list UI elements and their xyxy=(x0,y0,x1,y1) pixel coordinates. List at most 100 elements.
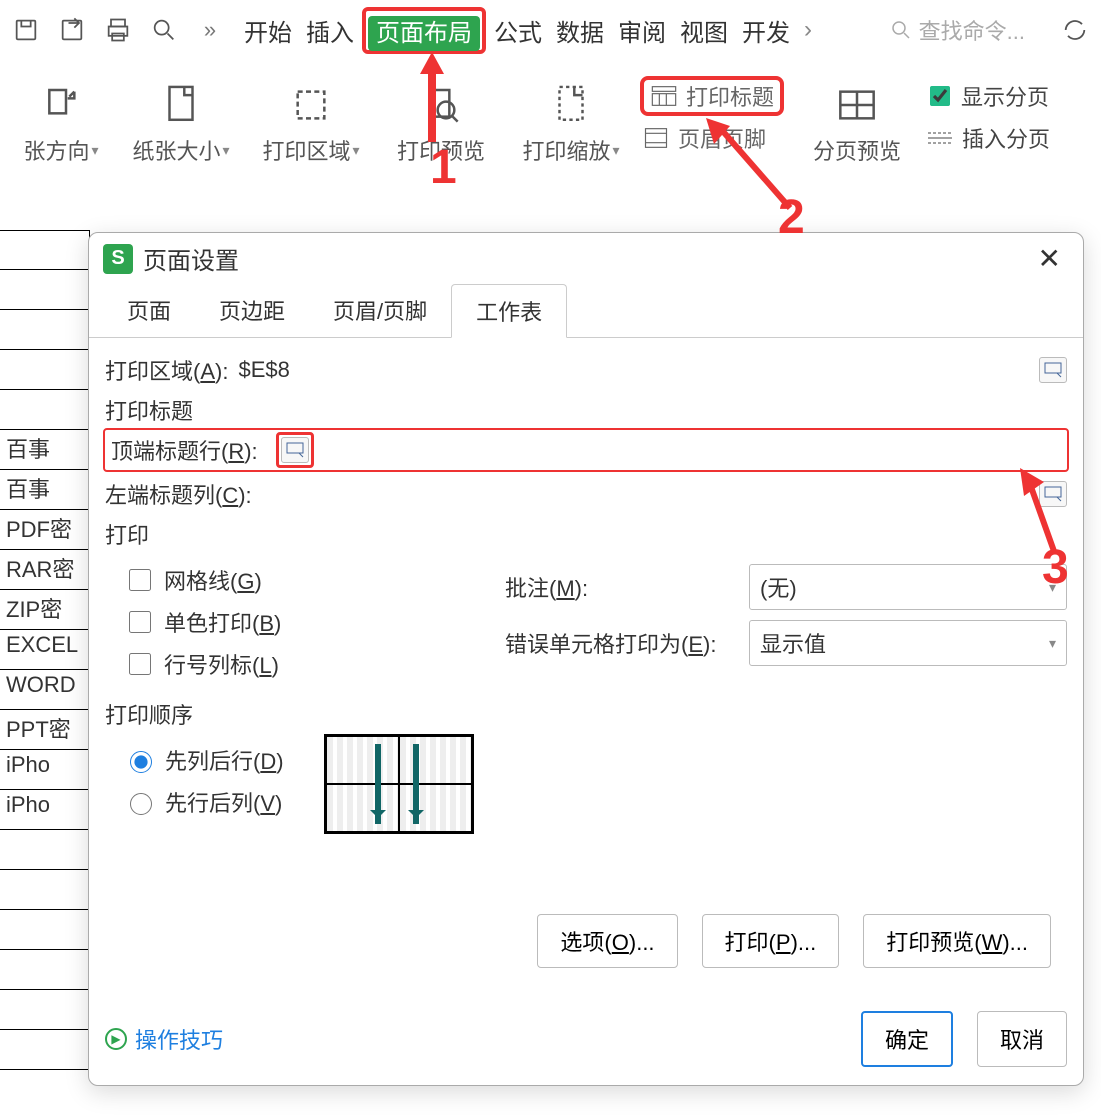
sheet-cell[interactable] xyxy=(0,910,90,950)
down-over-label: 先列后行(D) xyxy=(165,744,284,776)
sheet-cell[interactable] xyxy=(0,1030,90,1070)
errors-select[interactable]: 显示值▾ xyxy=(749,620,1067,666)
comments-value: (无) xyxy=(760,571,797,603)
sheet-cell[interactable] xyxy=(0,270,90,310)
ribbon-paper-size-label: 纸张大小 xyxy=(132,134,220,166)
menu-start[interactable]: 开始 xyxy=(240,9,296,52)
top-title-row-label: 顶端标题行(R): xyxy=(111,434,258,466)
ribbon-print-area[interactable]: 打印区域▾ xyxy=(246,68,376,166)
tab-header-footer[interactable]: 页眉/页脚 xyxy=(309,284,451,337)
menu-formula[interactable]: 公式 xyxy=(490,9,546,52)
menu-develop[interactable]: 开发 xyxy=(738,9,794,52)
errors-value: 显示值 xyxy=(760,627,826,659)
left-title-col-range-button[interactable] xyxy=(1039,481,1067,507)
dialog-title: 页面设置 xyxy=(143,241,239,276)
ribbon-show-page-break[interactable]: 显示分页 xyxy=(926,80,1049,112)
insert-page-break-label: 插入分页 xyxy=(962,122,1050,154)
tab-margins[interactable]: 页边距 xyxy=(195,284,309,337)
monochrome-checkbox[interactable] xyxy=(129,611,151,633)
insert-page-break-icon xyxy=(926,127,954,149)
show-page-break-checkbox[interactable] xyxy=(930,86,950,106)
sheet-cell[interactable] xyxy=(0,870,90,910)
ok-button[interactable]: 确定 xyxy=(861,1011,953,1067)
down-over-radio[interactable] xyxy=(130,751,152,773)
search-placeholder: 查找命令... xyxy=(919,14,1025,46)
more-quick-icon[interactable]: » xyxy=(194,14,226,46)
menu-insert[interactable]: 插入 xyxy=(302,9,358,52)
refresh-icon[interactable] xyxy=(1059,14,1091,46)
ribbon-print-titles[interactable]: 打印标题 xyxy=(640,76,784,116)
sheet-cell[interactable] xyxy=(0,310,90,350)
gridlines-label: 网格线(G) xyxy=(164,564,262,596)
sheet-cell[interactable]: RAR密 xyxy=(0,550,90,590)
print-area-value[interactable]: $E$8 xyxy=(238,357,1029,384)
ribbon-print-preview[interactable]: 打印预览 xyxy=(376,68,506,166)
ribbon-print-titles-label: 打印标题 xyxy=(686,80,774,112)
sheet-cell[interactable]: 百事 xyxy=(0,430,90,470)
command-search[interactable]: 查找命令... xyxy=(889,14,1025,46)
print-icon[interactable] xyxy=(102,14,134,46)
sheet-cell[interactable] xyxy=(0,350,90,390)
print-area-range-button[interactable] xyxy=(1039,357,1067,383)
print-preview-button[interactable]: 打印预览(W)... xyxy=(863,914,1051,968)
sheet-cell[interactable]: iPho xyxy=(0,750,90,790)
options-button[interactable]: 选项(O)... xyxy=(537,914,677,968)
menu-more-right[interactable]: › xyxy=(800,12,816,48)
sheet-cell[interactable]: PPT密 xyxy=(0,710,90,750)
show-page-break-label: 显示分页 xyxy=(961,80,1049,112)
over-down-label: 先行后列(V) xyxy=(165,786,282,818)
save-icon[interactable] xyxy=(10,14,42,46)
errors-label: 错误单元格打印为(E): xyxy=(505,627,735,659)
menu-data[interactable]: 数据 xyxy=(552,9,608,52)
highlight-page-layout: 页面布局 xyxy=(362,7,486,54)
ribbon-page-break-preview[interactable]: 分页预览 xyxy=(792,68,922,166)
ribbon-print-zoom-label: 打印缩放 xyxy=(522,134,610,166)
ribbon-orientation[interactable]: 张方向▾ xyxy=(6,68,116,166)
sheet-cell[interactable] xyxy=(0,950,90,990)
sheet-cell[interactable] xyxy=(0,230,90,270)
sheet-cell[interactable] xyxy=(0,990,90,1030)
top-title-row-range-button[interactable] xyxy=(281,437,309,463)
ribbon-paper-size[interactable]: 纸张大小▾ xyxy=(116,68,246,166)
ribbon-print-zoom[interactable]: 打印缩放▾ xyxy=(506,68,636,166)
ribbon-header-footer[interactable]: 页眉页脚 xyxy=(642,122,782,154)
print-button[interactable]: 打印(P)... xyxy=(702,914,840,968)
sheet-background: 百事 百事 PDF密 RAR密 ZIP密 EXCEL WORD PPT密 iPh… xyxy=(0,230,90,1070)
print-titles-icon xyxy=(650,84,678,108)
sheet-cell[interactable]: ZIP密 xyxy=(0,590,90,630)
gridlines-checkbox[interactable] xyxy=(129,569,151,591)
sheet-cell[interactable]: WORD xyxy=(0,670,90,710)
ribbon-orientation-label: 张方向 xyxy=(23,134,89,166)
print-title-section: 打印标题 xyxy=(105,394,1067,426)
tab-page[interactable]: 页面 xyxy=(103,284,195,337)
ribbon-insert-page-break[interactable]: 插入分页 xyxy=(926,122,1050,154)
play-icon: ▶ xyxy=(105,1028,127,1050)
menu-view[interactable]: 视图 xyxy=(676,9,732,52)
sheet-cell[interactable]: EXCEL xyxy=(0,630,90,670)
sheet-cell[interactable] xyxy=(0,390,90,430)
ribbon-page-break-preview-label: 分页预览 xyxy=(813,134,901,166)
save-as-icon[interactable] xyxy=(56,14,88,46)
menu-page-layout[interactable]: 页面布局 xyxy=(368,16,480,51)
sheet-cell[interactable]: 百事 xyxy=(0,470,90,510)
highlight-top-title-row: 顶端标题行(R): xyxy=(103,428,1069,472)
tips-link[interactable]: ▶ 操作技巧 xyxy=(105,1023,223,1055)
sheet-cell[interactable] xyxy=(0,830,90,870)
print-order-illustration xyxy=(324,734,474,834)
rowcol-headings-checkbox[interactable] xyxy=(129,653,151,675)
order-section: 打印顺序 xyxy=(105,698,1067,730)
ribbon-header-footer-label: 页眉页脚 xyxy=(678,122,766,154)
page-setup-dialog: S 页面设置 ✕ 页面 页边距 页眉/页脚 工作表 打印区域(A): $E$8 … xyxy=(88,232,1084,1086)
comments-select[interactable]: (无)▾ xyxy=(749,564,1067,610)
cancel-button[interactable]: 取消 xyxy=(977,1011,1067,1067)
sheet-cell[interactable]: PDF密 xyxy=(0,510,90,550)
menu-review[interactable]: 审阅 xyxy=(614,9,670,52)
over-down-radio[interactable] xyxy=(130,793,152,815)
rowcol-headings-label: 行号列标(L) xyxy=(164,648,279,680)
tips-label: 操作技巧 xyxy=(135,1023,223,1055)
preview-quick-icon[interactable] xyxy=(148,14,180,46)
tab-sheet[interactable]: 工作表 xyxy=(451,284,567,338)
dialog-close-button[interactable]: ✕ xyxy=(1030,242,1069,275)
sheet-cell[interactable]: iPho xyxy=(0,790,90,830)
monochrome-label: 单色打印(B) xyxy=(164,606,281,638)
